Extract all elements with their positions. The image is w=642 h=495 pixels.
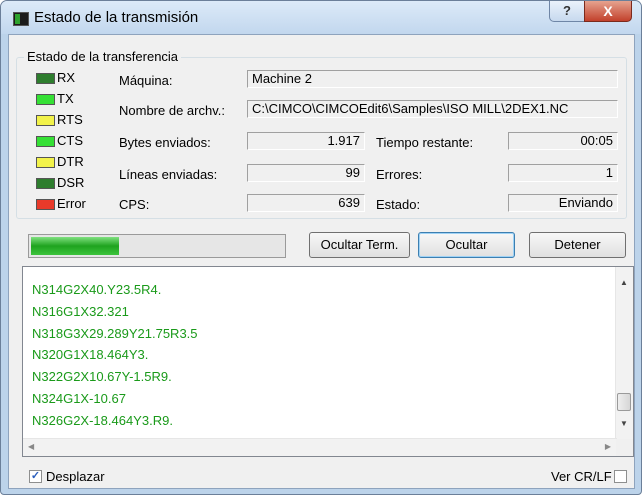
state-value: Enviando	[508, 194, 618, 212]
terminal-output[interactable]: N314G2X40.Y23.5R4. N316G1X32.321 N318G3X…	[22, 266, 634, 457]
state-label: Estado:	[376, 197, 421, 212]
close-button[interactable]: X	[584, 1, 632, 22]
scroll-right-icon[interactable]: ▶	[605, 442, 611, 451]
scrollbar-corner	[616, 439, 633, 456]
time-remaining-label: Tiempo restante:	[376, 135, 474, 150]
terminal-lines: N314G2X40.Y23.5R4. N316G1X32.321 N318G3X…	[32, 279, 198, 432]
scroll-left-icon[interactable]: ◀	[28, 442, 34, 451]
led-rx: RX	[36, 70, 86, 86]
led-cts-indicator	[36, 136, 55, 147]
scroll-checkbox[interactable]: ✓	[29, 470, 42, 483]
hide-terminal-button[interactable]: Ocultar Term.	[309, 232, 410, 258]
led-tx-indicator	[36, 94, 55, 105]
led-rx-label: RX	[57, 70, 76, 85]
errors-label: Errores:	[376, 167, 423, 182]
terminal-line: N314G2X40.Y23.5R4.	[32, 282, 162, 297]
scroll-down-icon[interactable]: ▼	[620, 419, 628, 428]
window-title: Estado de la transmisión	[34, 9, 199, 26]
lines-sent-label: Líneas enviadas:	[119, 167, 218, 182]
cps-value: 639	[247, 194, 365, 212]
crlf-checkbox[interactable]	[614, 470, 627, 483]
stop-button[interactable]: Detener	[529, 232, 626, 258]
led-dtr-indicator	[36, 157, 55, 168]
led-tx: TX	[36, 91, 86, 107]
led-rx-indicator	[36, 73, 55, 84]
led-rts: RTS	[36, 112, 86, 128]
led-rts-label: RTS	[57, 112, 83, 127]
machine-label: Máquina:	[119, 73, 173, 88]
led-rts-indicator	[36, 115, 55, 126]
lines-sent-value: 99	[247, 164, 365, 182]
help-button[interactable]: ?	[549, 1, 585, 22]
transfer-progress-bar	[28, 234, 286, 258]
hide-button[interactable]: Ocultar	[418, 232, 515, 258]
led-error-indicator	[36, 199, 55, 210]
led-error: Error	[36, 196, 86, 212]
led-cts: CTS	[36, 133, 86, 149]
terminal-line: N320G1X18.464Y3.	[32, 347, 149, 363]
terminal-line: N324G1X-10.67	[32, 390, 126, 406]
time-remaining-value: 00:05	[508, 132, 618, 150]
transfer-progress-fill	[31, 237, 119, 255]
scroll-up-icon[interactable]: ▲	[620, 278, 628, 287]
transfer-status-group-title: Estado de la transferencia	[24, 49, 182, 64]
led-dsr-label: DSR	[57, 175, 85, 190]
vertical-scroll-thumb[interactable]	[617, 393, 631, 411]
machine-value: Machine 2	[247, 70, 618, 88]
terminal-line: N318G3X29.289Y21.75R3.5	[32, 325, 198, 341]
led-tx-label: TX	[57, 91, 74, 106]
bytes-sent-label: Bytes enviados:	[119, 135, 211, 150]
led-dtr: DTR	[36, 154, 86, 170]
filename-value: C:\CIMCO\CIMCOEdit6\Samples\ISO MILL\2DE…	[247, 100, 618, 118]
vertical-scrollbar[interactable]: ▲ ▼	[615, 267, 633, 440]
title-bar[interactable]: Estado de la transmisión ? X	[1, 1, 641, 34]
terminal-line: N322G2X10.67Y-1.5R9.	[32, 369, 172, 385]
led-error-label: Error	[57, 196, 86, 211]
crlf-checkbox-label: Ver CR/LF	[551, 469, 612, 484]
bytes-sent-value: 1.917	[247, 132, 365, 150]
led-dsr: DSR	[36, 175, 86, 191]
horizontal-scrollbar[interactable]: ◀ ▶	[23, 438, 617, 456]
terminal-line: N326G2X-18.464Y3.R9.	[32, 412, 173, 428]
cps-label: CPS:	[119, 197, 150, 212]
filename-label: Nombre de archv.:	[119, 103, 225, 118]
errors-value: 1	[508, 164, 618, 182]
led-dtr-label: DTR	[57, 154, 84, 169]
led-cts-label: CTS	[57, 133, 83, 148]
led-dsr-indicator	[36, 178, 55, 189]
scroll-checkbox-label: Desplazar	[46, 469, 105, 484]
app-icon	[13, 12, 29, 26]
terminal-line: N316G1X32.321	[32, 303, 129, 319]
